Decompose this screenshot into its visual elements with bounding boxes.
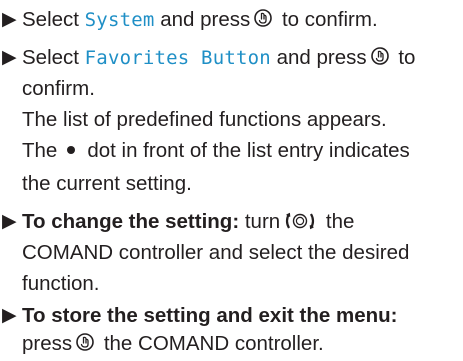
press-controller-icon (370, 44, 390, 75)
step-line: the current setting. (22, 172, 192, 195)
instruction-page: ▶ Select System and press to confirm. ▶ … (0, 0, 463, 357)
menu-item-favorites-button: Favorites Button (84, 47, 271, 69)
press-controller-icon (253, 6, 273, 37)
step-arrow-icon: ▶ (2, 47, 17, 68)
press-controller-icon (75, 330, 95, 361)
menu-item-system: System (84, 9, 155, 31)
step-line: To change the setting: turn the (22, 206, 354, 237)
turn-controller-icon (283, 209, 317, 240)
step-arrow-icon: ▶ (2, 9, 17, 30)
step-arrow-icon: ▶ (2, 211, 17, 232)
step-line: press the COMAND controller. (22, 328, 324, 359)
step-line: confirm. (22, 77, 95, 100)
bullet-dot-icon (67, 146, 76, 154)
step-line: The list of predefined functions appears… (22, 108, 387, 131)
step-line: Select Favorites Button and press to (22, 42, 415, 73)
step-line: COMAND controller and select the desired (22, 241, 410, 264)
step-line: To store the setting and exit the menu: (22, 304, 398, 327)
step-line: function. (22, 272, 100, 295)
step-line: The dot in front of the list entry indica… (22, 139, 410, 162)
step-arrow-icon: ▶ (2, 305, 17, 326)
step-line: Select System and press to confirm. (22, 4, 378, 35)
